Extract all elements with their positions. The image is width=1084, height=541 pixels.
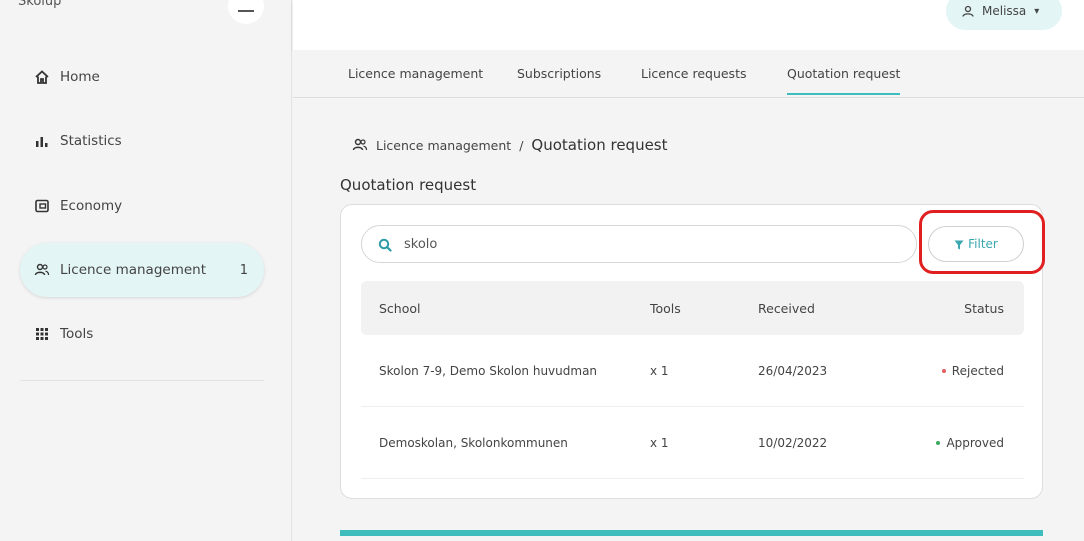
tab-subscriptions[interactable]: Subscriptions — [517, 66, 601, 93]
status-dot — [941, 368, 946, 373]
home-icon — [34, 69, 50, 85]
count-badge: 1 — [239, 262, 248, 278]
user-icon — [962, 5, 974, 17]
menu-icon — [238, 10, 254, 12]
users-icon — [34, 262, 50, 278]
chevron-down-icon: ▾ — [1034, 5, 1040, 17]
bar-chart-icon — [34, 133, 50, 149]
user-name: Melissa — [982, 4, 1027, 18]
breadcrumb-current: Quotation request — [531, 136, 668, 154]
top-bar: Melissa ▾ — [293, 0, 1084, 50]
sidebar-item-label: Economy — [60, 198, 123, 214]
status-text: Rejected — [951, 363, 1004, 378]
sidebar-item-statistics[interactable]: Statistics — [20, 114, 264, 168]
sidebar-item-tools[interactable]: Tools — [20, 307, 264, 361]
cell-school: Demoskolan, Skolonkommunen — [379, 435, 568, 450]
tab-licence-requests[interactable]: Licence requests — [641, 66, 747, 93]
accent-bar — [340, 530, 1043, 536]
sidebar-item-home[interactable]: Home — [20, 50, 264, 104]
filter-label: Filter — [968, 237, 998, 251]
search-icon — [378, 237, 392, 252]
users-icon — [352, 138, 368, 152]
cell-received: 26/04/2023 — [758, 363, 828, 378]
menu-toggle-button[interactable] — [228, 0, 264, 24]
user-menu[interactable]: Melissa ▾ — [946, 0, 1062, 30]
filter-button[interactable]: Filter — [928, 226, 1024, 262]
table-row[interactable]: Skolon 7-9, Demo Skolon huvudman x 1 26/… — [361, 335, 1024, 407]
cell-tools: x 1 — [650, 435, 669, 450]
column-header-received[interactable]: Received — [758, 281, 815, 335]
sidebar-item-label: Licence management — [60, 262, 207, 278]
filter-icon — [954, 239, 964, 250]
cell-received: 10/02/2022 — [758, 435, 828, 450]
cell-status: Rejected — [941, 335, 1004, 406]
breadcrumb: Licence management / Quotation request — [352, 136, 668, 154]
wallet-icon — [34, 198, 50, 214]
search-box[interactable] — [361, 225, 917, 263]
sidebar-item-label: Tools — [60, 326, 94, 342]
breadcrumb-separator: / — [519, 137, 524, 153]
sidebar-divider — [20, 380, 264, 381]
tab-licence-management[interactable]: Licence management — [348, 66, 483, 93]
sidebar: Skolup Home Statistics Economy Licence m… — [0, 0, 292, 541]
cell-tools: x 1 — [650, 363, 669, 378]
status-dot — [936, 440, 941, 445]
column-header-tools[interactable]: Tools — [650, 281, 681, 335]
table-header: School Tools Received Status — [361, 281, 1024, 335]
cell-school: Skolon 7-9, Demo Skolon huvudman — [379, 363, 598, 378]
column-header-status[interactable]: Status — [964, 281, 1004, 335]
grid-icon — [34, 326, 50, 342]
column-header-school[interactable]: School — [379, 281, 421, 335]
sidebar-item-label: Home — [60, 69, 100, 85]
quotation-card: Filter School Tools Received Status Skol… — [340, 204, 1045, 499]
breadcrumb-parent[interactable]: Licence management — [376, 138, 511, 153]
brand-name: Skolup — [18, 0, 62, 9]
sidebar-item-economy[interactable]: Economy — [20, 179, 264, 233]
table-row[interactable]: Demoskolan, Skolonkommunen x 1 10/02/202… — [361, 407, 1024, 479]
tab-quotation-request[interactable]: Quotation request — [787, 66, 901, 95]
page-title: Quotation request — [340, 176, 477, 194]
tab-bar: Licence management Subscriptions Licence… — [293, 50, 1084, 98]
search-input[interactable] — [404, 236, 884, 252]
sidebar-item-licence-management[interactable]: Licence management 1 — [20, 243, 264, 297]
sidebar-item-label: Statistics — [60, 133, 122, 149]
status-text: Approved — [946, 435, 1004, 450]
cell-status: Approved — [936, 407, 1004, 478]
